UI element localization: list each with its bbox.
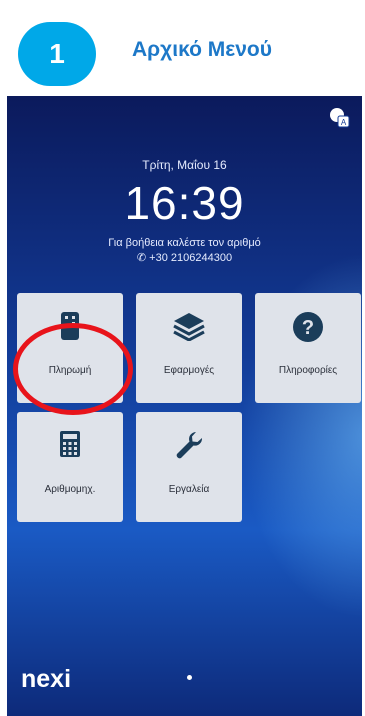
device-screen: A Τρίτη, Μαΐου 16 16:39 Για βοήθεια καλέ… (7, 96, 362, 716)
tile-applications[interactable]: Εφαρμογές (136, 293, 242, 403)
page-title: Αρχικό Μενού (132, 38, 272, 61)
tile-tools[interactable]: Εργαλεία (136, 412, 242, 522)
svg-text:?: ? (302, 317, 314, 339)
highlight-circle (13, 323, 133, 415)
help-phone: ✆ +30 2106244300 (136, 252, 233, 264)
tile-information[interactable]: ? Πληροφορίες (255, 293, 361, 403)
calculator-icon (60, 431, 80, 457)
help-text: Για βοήθεια καλέστε τον αριθμό ✆ +30 210… (7, 236, 362, 266)
help-icon: ? (293, 312, 323, 342)
tile-calculator[interactable]: Αριθμομηχ. (17, 412, 123, 522)
svg-text:A: A (341, 118, 347, 127)
language-icon[interactable]: A (328, 106, 350, 128)
tile-label: Εργαλεία (168, 484, 210, 495)
page-indicator-dot (187, 675, 192, 680)
tile-label: Εφαρμογές (163, 365, 215, 376)
clock: 16:39 (124, 177, 245, 229)
help-line: Για βοήθεια καλέστε τον αριθμό (108, 237, 261, 249)
layers-icon (173, 313, 205, 342)
wrench-icon (176, 432, 203, 459)
date-label: Τρίτη, Μαΐου 16 (142, 158, 227, 172)
tile-label: Αριθμομηχ. (44, 484, 96, 495)
step-number-badge: 1 (18, 22, 96, 86)
brand-logo: nexi (21, 665, 72, 693)
tile-label: Πληροφορίες (278, 365, 338, 376)
